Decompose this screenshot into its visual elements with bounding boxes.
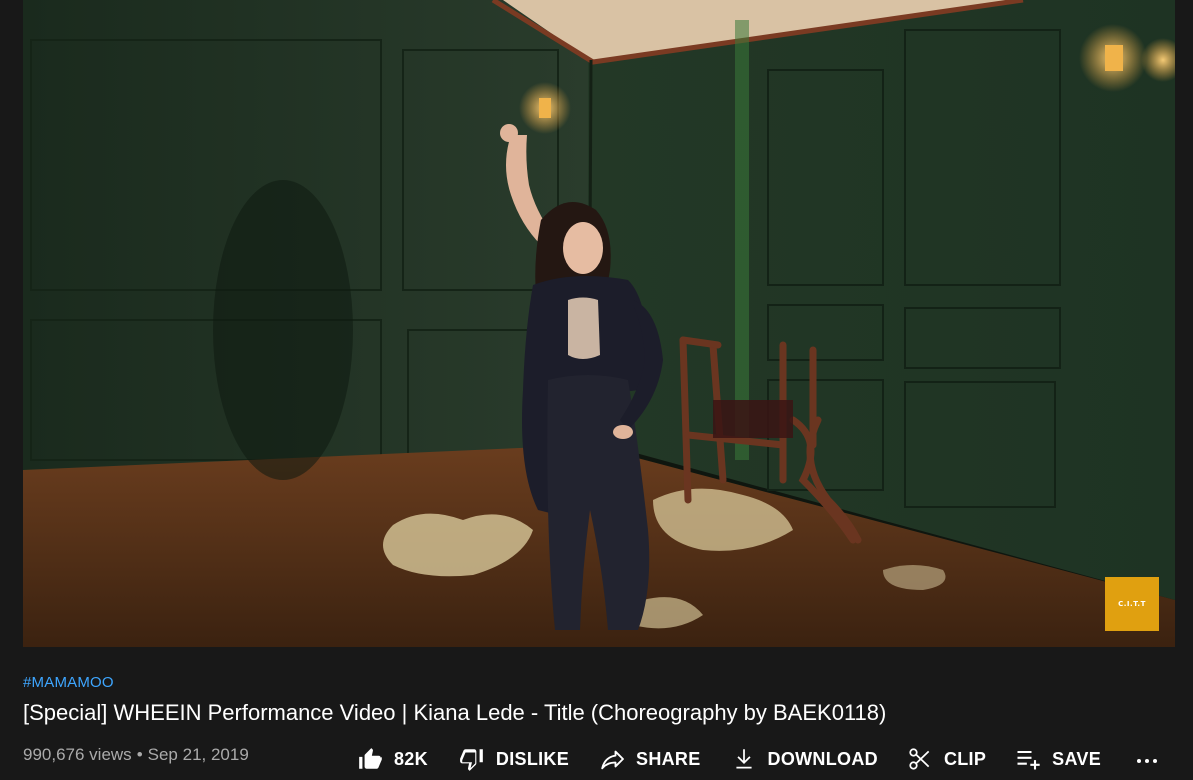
save-playlist-icon bbox=[1014, 745, 1042, 773]
clip-label: CLIP bbox=[943, 748, 987, 769]
clip-icon bbox=[906, 745, 934, 773]
video-player[interactable]: C.I.T.T bbox=[23, 0, 1175, 647]
video-actions: 82K DISLIKE SHARE DOWNLOAD CLIP SAVE bbox=[352, 741, 1159, 777]
dislike-label: DISLIKE bbox=[495, 748, 570, 769]
dislike-icon bbox=[458, 745, 486, 773]
upload-date: Sep 21, 2019 bbox=[147, 745, 249, 764]
video-meta: 990,676 views • Sep 21, 2019 bbox=[23, 745, 249, 765]
video-title: [Special] WHEEIN Performance Video | Kia… bbox=[23, 700, 887, 725]
like-button[interactable]: 82K bbox=[356, 741, 428, 777]
like-count: 82K bbox=[394, 748, 428, 769]
download-icon bbox=[730, 745, 758, 773]
save-label: SAVE bbox=[1052, 748, 1102, 769]
more-options-button[interactable] bbox=[1135, 741, 1159, 777]
more-options-icon bbox=[1135, 745, 1159, 773]
video-frame bbox=[23, 0, 1175, 647]
share-label: SHARE bbox=[636, 748, 701, 769]
like-icon bbox=[356, 745, 384, 773]
dislike-button[interactable]: DISLIKE bbox=[458, 741, 569, 777]
download-label: DOWNLOAD bbox=[767, 748, 878, 769]
meta-separator: • bbox=[136, 745, 143, 764]
share-button[interactable]: SHARE bbox=[598, 741, 701, 777]
hashtag-link[interactable]: #MAMAMOO bbox=[23, 674, 114, 691]
download-button[interactable]: DOWNLOAD bbox=[730, 741, 878, 777]
view-count: 990,676 views bbox=[23, 745, 132, 764]
share-icon bbox=[598, 745, 626, 773]
save-button[interactable]: SAVE bbox=[1014, 741, 1101, 777]
clip-button[interactable]: CLIP bbox=[906, 741, 986, 777]
channel-watermark[interactable]: C.I.T.T bbox=[1105, 577, 1159, 631]
watch-page: C.I.T.T #MAMAMOO [Special] WHEEIN Perfor… bbox=[0, 0, 1193, 780]
watermark-text: C.I.T.T bbox=[1118, 600, 1146, 608]
